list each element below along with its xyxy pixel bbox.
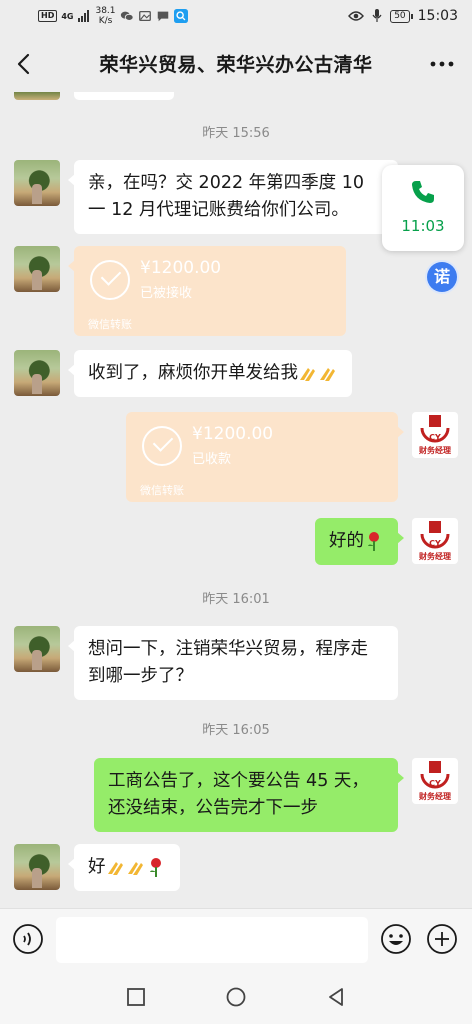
status-bar: HD 4G 38.1 K/s 50 15:03 — [0, 0, 472, 36]
clock: 15:03 — [417, 8, 458, 24]
svg-text:CY: CY — [429, 539, 441, 548]
input-bar — [0, 908, 472, 968]
message-input[interactable] — [56, 917, 368, 963]
contact-avatar[interactable] — [14, 160, 60, 206]
network-speed: 38.1 K/s — [95, 6, 116, 26]
check-circle-icon — [90, 260, 130, 300]
emoji-icon[interactable] — [380, 923, 412, 955]
battery-indicator: 50 — [390, 9, 414, 23]
voice-call-float-widget[interactable]: 11:03 — [382, 165, 464, 251]
timestamp: 昨天 15:56 — [202, 126, 270, 141]
transfer-card-collected[interactable]: ¥1200.00 已收款 微信转账 — [126, 412, 404, 502]
contact-avatar[interactable] — [14, 626, 60, 672]
call-duration: 11:03 — [401, 217, 445, 235]
message-text: 好的 — [329, 531, 364, 551]
microphone-icon — [372, 9, 382, 22]
pray-hands-emoji-icon — [107, 862, 123, 875]
pray-hands-emoji-icon — [127, 862, 143, 875]
home-icon[interactable] — [225, 986, 247, 1008]
avatar-caption: 财务经理 — [419, 552, 451, 561]
svg-text:CY: CY — [429, 433, 441, 442]
pray-hands-emoji-icon — [300, 368, 315, 381]
pray-hands-emoji-icon — [320, 368, 335, 381]
company-logo-icon: CY — [420, 521, 450, 549]
transfer-amount: ¥1200.00 — [192, 424, 274, 444]
phone-icon — [412, 181, 434, 203]
transfer-status: 已收款 — [192, 452, 232, 467]
my-avatar[interactable]: CY 财务经理 — [412, 412, 458, 458]
chat-title: 荣华兴贸易、荣华兴办公古清华 — [99, 54, 373, 76]
message-text: 收到了，麻烦你开单发给我 — [88, 363, 298, 383]
rose-emoji-icon — [368, 532, 379, 551]
message-bubble-right[interactable]: 工商公告了，这个要公告 45 天，还没结束，公告完才下一步 — [94, 758, 404, 832]
message-bubble-right[interactable]: 好的 — [315, 518, 404, 565]
message-bubble-partial — [74, 92, 174, 100]
more-options-icon[interactable] — [426, 50, 458, 78]
network-4g-indicator: 4G — [61, 11, 74, 21]
signal-icon — [78, 10, 90, 22]
message-bubble-left[interactable]: 亲，在吗？交 2022 年第四季度 10 一 12 月代理记账费给你们公司。 — [68, 160, 398, 234]
check-circle-icon — [142, 426, 182, 466]
transfer-amount: ¥1200.00 — [140, 258, 222, 278]
back-arrow-icon[interactable] — [10, 50, 38, 78]
rose-emoji-icon — [149, 858, 161, 877]
transfer-status: 已被接收 — [140, 286, 193, 301]
system-navigation-bar — [0, 968, 472, 1024]
gallery-icon — [138, 10, 151, 22]
voice-input-icon[interactable] — [12, 923, 44, 955]
search-app-icon — [173, 9, 188, 23]
transfer-card-received[interactable]: ¥1200.00 已被接收 微信转账 — [68, 246, 346, 336]
message-bubble-left[interactable]: 想问一下，注销荣华兴贸易，程序走到哪一步了？ — [68, 626, 398, 700]
transfer-label: 微信转账 — [88, 318, 132, 331]
plus-icon[interactable] — [426, 923, 458, 955]
back-nav-icon[interactable] — [325, 986, 347, 1008]
message-bubble-left[interactable]: 好 — [68, 844, 180, 891]
wechat-icon — [120, 11, 134, 21]
message-icon — [157, 11, 168, 22]
side-floating-badge[interactable]: 诺 — [427, 262, 457, 292]
svg-text:CY: CY — [429, 779, 441, 788]
avatar-caption: 财务经理 — [419, 446, 451, 455]
company-logo-icon: CY — [420, 415, 450, 443]
company-logo-icon: CY — [420, 761, 450, 789]
contact-avatar[interactable] — [14, 844, 60, 890]
recent-apps-icon[interactable] — [125, 986, 147, 1008]
avatar-partial — [14, 92, 60, 100]
my-avatar[interactable]: CY 财务经理 — [412, 758, 458, 804]
timestamp: 昨天 16:05 — [202, 723, 270, 738]
contact-avatar[interactable] — [14, 350, 60, 396]
message-text: 好 — [88, 857, 106, 877]
contact-avatar[interactable] — [14, 246, 60, 292]
eye-icon — [348, 11, 365, 21]
avatar-caption: 财务经理 — [419, 792, 451, 801]
message-bubble-left[interactable]: 收到了，麻烦你开单发给我 — [68, 350, 352, 397]
hd-indicator: HD — [38, 10, 58, 22]
transfer-label: 微信转账 — [140, 484, 184, 497]
timestamp: 昨天 16:01 — [202, 592, 270, 607]
my-avatar[interactable]: CY 财务经理 — [412, 518, 458, 564]
chat-header: 荣华兴贸易、荣华兴办公古清华 — [0, 36, 472, 92]
